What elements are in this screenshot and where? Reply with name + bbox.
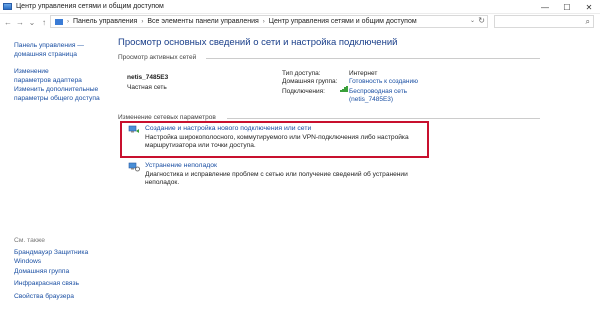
search-input[interactable]: ⌕: [494, 15, 594, 28]
troubleshoot-desc: Диагностика и исправление проблем с сеть…: [145, 171, 408, 187]
troubleshoot-link[interactable]: Устранение неполадок: [145, 162, 217, 169]
network-name: netis_7485E3: [127, 74, 169, 81]
control-panel-icon: [3, 3, 12, 10]
chevron-right-icon[interactable]: ›: [141, 19, 143, 25]
see-also-homegroup[interactable]: Домашняя группа: [14, 268, 69, 277]
recent-locations-button[interactable]: ⌄: [26, 15, 38, 29]
wireless-connection-ssid[interactable]: (netis_7485E3): [349, 96, 393, 103]
divider: [227, 118, 540, 119]
maximize-button[interactable]: ☐: [556, 0, 578, 14]
chevron-right-icon: ›: [67, 18, 69, 25]
new-connection-link[interactable]: Создание и настройка нового подключения …: [145, 125, 311, 132]
sidebar-link-home[interactable]: Панель управления — домашняя страница: [14, 42, 94, 59]
see-also-infrared[interactable]: Инфракрасная связь: [14, 280, 79, 289]
page-title: Просмотр основных сведений о сети и наст…: [118, 37, 398, 48]
breadcrumb-all-items[interactable]: Все элементы панели управления: [147, 18, 258, 25]
window-controls: — ☐ ✕: [534, 0, 600, 14]
access-type-label: Тип доступа:: [282, 70, 321, 77]
breadcrumb-network-center[interactable]: Центр управления сетями и общим доступом: [269, 18, 417, 25]
sidebar-link-sharing[interactable]: Изменить дополнительные параметры общего…: [14, 86, 100, 103]
wifi-signal-icon: [340, 86, 348, 92]
breadcrumb-control-panel[interactable]: Панель управления: [73, 18, 137, 25]
back-button[interactable]: ←: [2, 15, 14, 29]
chevron-down-icon[interactable]: ⌄: [470, 17, 475, 24]
homegroup-label: Домашняя группа:: [282, 78, 338, 85]
homegroup-link[interactable]: Готовность к созданию: [349, 78, 418, 85]
see-also-browser-properties[interactable]: Свойства браузера: [14, 293, 74, 302]
access-type-value: Интернет: [349, 70, 378, 77]
title-bar: Центр управления сетями и общим доступом…: [0, 0, 600, 14]
window-title: Центр управления сетями и общим доступом: [16, 3, 164, 10]
up-button[interactable]: ↑: [38, 15, 50, 29]
forward-button[interactable]: →: [14, 15, 26, 29]
new-connection-icon: [128, 125, 139, 133]
sidebar: Панель управления — домашняя страница Из…: [0, 30, 108, 314]
minimize-button[interactable]: —: [534, 0, 556, 14]
wireless-connection-link[interactable]: Беспроводная сеть: [349, 88, 407, 95]
see-also-firewall[interactable]: Брандмауэр Защитника Windows: [14, 249, 94, 266]
address-bar[interactable]: › Панель управления › Все элементы панел…: [50, 15, 488, 28]
close-button[interactable]: ✕: [578, 0, 600, 14]
sidebar-link-adapter[interactable]: Изменение параметров адаптера: [14, 68, 84, 85]
troubleshoot-icon: [128, 162, 140, 172]
control-panel-icon: [55, 18, 63, 25]
see-also-label: См. также: [14, 237, 45, 244]
refresh-icon[interactable]: ↻: [478, 16, 485, 25]
divider: [206, 58, 540, 59]
navigation-bar: ← → ⌄ ↑ › Панель управления › Все элемен…: [0, 14, 600, 30]
new-connection-desc: Настройка широкополосного, коммутируемог…: [145, 134, 409, 150]
chevron-right-icon[interactable]: ›: [263, 19, 265, 25]
network-kind: Частная сеть: [127, 84, 167, 91]
search-icon: ⌕: [585, 16, 590, 26]
change-settings-label: Изменение сетевых параметров: [118, 114, 216, 121]
connections-label: Подключения:: [282, 88, 325, 95]
active-networks-label: Просмотр активных сетей: [118, 54, 197, 61]
